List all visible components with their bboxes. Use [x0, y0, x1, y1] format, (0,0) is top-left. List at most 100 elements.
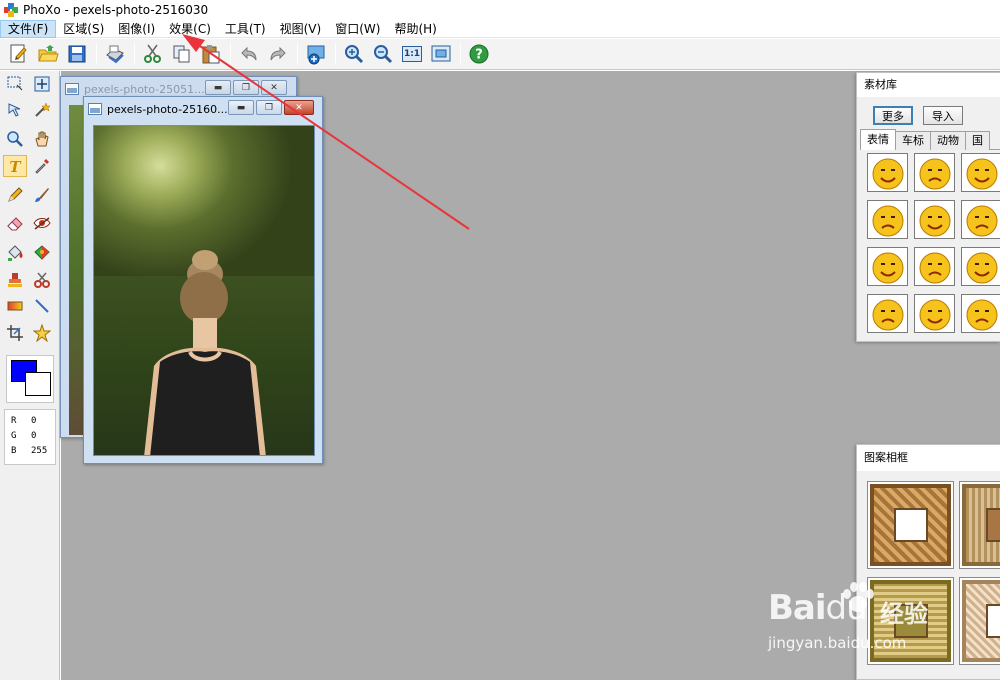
undo-button[interactable] — [236, 41, 262, 67]
wink-face-icon — [919, 252, 950, 283]
minimize-button[interactable]: ▬ — [228, 100, 254, 115]
scissors-icon — [34, 272, 50, 288]
zoom-tool[interactable] — [3, 128, 27, 150]
emoticon-item[interactable] — [867, 200, 908, 239]
stamp-icon — [8, 273, 22, 287]
menu-file[interactable]: 文件(F) — [0, 19, 57, 38]
document-image[interactable] — [93, 125, 315, 456]
background-color-swatch[interactable] — [25, 372, 51, 396]
fill-tool[interactable] — [3, 242, 27, 264]
screen-capture-button[interactable] — [303, 41, 329, 67]
pattern-frames-panel: 图案相框 — [856, 444, 1000, 680]
open-folder-icon — [38, 45, 59, 62]
menu-view[interactable]: 视图(V) — [273, 20, 329, 38]
toolbar-separator — [230, 43, 231, 65]
menu-image[interactable]: 图像(I) — [111, 20, 162, 38]
frame-thumbnail[interactable] — [867, 481, 954, 569]
emoticon-item[interactable] — [867, 153, 908, 192]
lasso-tool[interactable] — [3, 99, 27, 121]
actual-size-icon: 1:1 — [402, 46, 422, 62]
color-replace-icon — [34, 245, 50, 260]
color-selector — [6, 355, 54, 403]
tab-car-logos[interactable]: 车标 — [895, 131, 931, 150]
emoticon-item[interactable] — [914, 153, 955, 192]
frame-thumbnail[interactable] — [959, 481, 1000, 569]
brush-tool[interactable] — [30, 184, 54, 206]
more-button[interactable]: 更多 — [873, 106, 913, 125]
help-button[interactable]: ? — [466, 41, 492, 67]
new-file-button[interactable] — [6, 41, 32, 67]
emoticon-item[interactable] — [914, 200, 955, 239]
asset-library-title: 素材库 — [857, 73, 1000, 97]
r-label: R — [11, 416, 17, 426]
phoxo-app-icon — [4, 3, 18, 17]
close-button[interactable]: ✕ — [261, 80, 287, 95]
pencil-tool[interactable] — [3, 184, 27, 206]
zoom-out-button[interactable] — [370, 41, 396, 67]
zoom-in-button[interactable] — [341, 41, 367, 67]
tab-more-categories[interactable]: 国 — [965, 131, 990, 150]
emoticon-item[interactable] — [867, 247, 908, 286]
save-button[interactable] — [64, 41, 90, 67]
color-replace-tool[interactable] — [30, 242, 54, 264]
emoticon-item[interactable] — [961, 153, 1000, 192]
stamp-tool[interactable] — [3, 269, 27, 291]
menu-effects[interactable]: 效果(C) — [162, 20, 218, 38]
magic-wand-tool[interactable] — [30, 99, 54, 121]
cut-button[interactable] — [140, 41, 166, 67]
eyedropper-tool[interactable] — [30, 155, 54, 177]
menu-help[interactable]: 帮助(H) — [387, 20, 443, 38]
hand-tool[interactable] — [30, 128, 54, 150]
frame-thumbnail[interactable] — [867, 577, 954, 665]
love-face-icon — [966, 205, 997, 236]
gradient-tool[interactable] — [3, 295, 27, 317]
maximize-button[interactable]: ❐ — [256, 100, 282, 115]
emoticon-item[interactable] — [867, 294, 908, 333]
emoticon-item[interactable] — [914, 294, 955, 333]
redo-icon — [270, 46, 286, 61]
dizzy-face-icon — [919, 205, 950, 236]
crop-tool[interactable] — [3, 322, 27, 344]
flame-face-icon — [966, 299, 997, 330]
document-title: pexels-photo-25160... — [107, 102, 228, 116]
frame-thumbnail[interactable] — [959, 577, 1000, 665]
eraser-tool[interactable] — [3, 212, 27, 234]
rect-select-tool[interactable] — [3, 73, 27, 95]
emoticon-item[interactable] — [914, 247, 955, 286]
actual-size-button[interactable]: 1:1 — [399, 41, 425, 67]
menu-tools[interactable]: 工具(T) — [218, 20, 273, 38]
minimize-icon: ▬ — [236, 102, 246, 113]
r-value: 0 — [31, 416, 37, 426]
magnifier-icon — [7, 131, 23, 147]
minimize-button[interactable]: ▬ — [205, 80, 231, 95]
tab-animals[interactable]: 动物 — [930, 131, 966, 150]
text-tool[interactable]: T — [3, 155, 27, 177]
import-button[interactable]: 导入 — [923, 106, 963, 125]
angry-face-icon — [872, 158, 903, 189]
shape-tool[interactable] — [30, 322, 54, 344]
g-label: G — [11, 431, 17, 441]
menu-region[interactable]: 区域(S) — [56, 20, 111, 38]
emoticon-item[interactable] — [961, 200, 1000, 239]
copy-button[interactable] — [169, 41, 195, 67]
maximize-button[interactable]: ❐ — [233, 80, 259, 95]
scan-button[interactable] — [102, 41, 128, 67]
redo-button[interactable] — [265, 41, 291, 67]
cut-icon — [144, 44, 161, 63]
emoticon-item[interactable] — [961, 247, 1000, 286]
fit-window-button[interactable] — [428, 41, 454, 67]
document-window-front[interactable]: pexels-photo-25160... ▬ ❐ ✕ — [83, 96, 323, 464]
red-eye-tool[interactable] — [30, 212, 54, 234]
document-image[interactable] — [69, 105, 83, 435]
paste-button[interactable] — [198, 41, 224, 67]
line-tool[interactable] — [30, 295, 54, 317]
toolbar: 1:1 ? — [0, 39, 1000, 70]
tab-emoticons[interactable]: 表情 — [860, 129, 896, 150]
emoticon-item[interactable] — [961, 294, 1000, 333]
close-button[interactable]: ✕ — [284, 100, 314, 115]
move-tool[interactable] — [30, 73, 54, 95]
menu-window[interactable]: 窗口(W) — [328, 20, 387, 38]
open-button[interactable] — [35, 41, 61, 67]
maximize-icon: ❐ — [264, 102, 274, 113]
cut-out-tool[interactable] — [30, 269, 54, 291]
